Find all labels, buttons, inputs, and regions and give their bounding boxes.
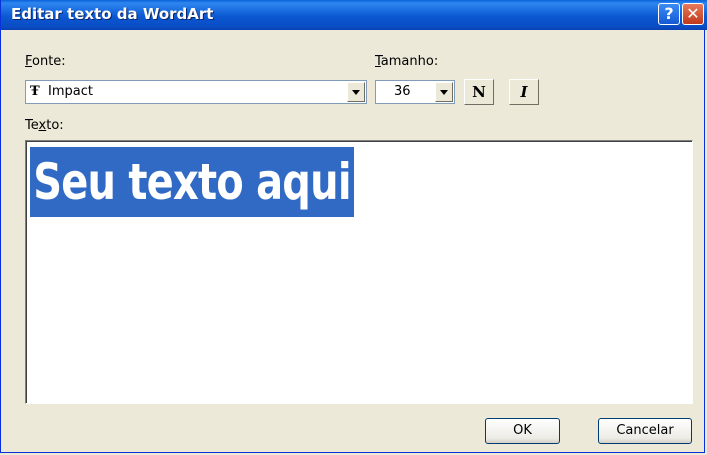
font-value: Impact <box>48 84 93 99</box>
wordart-dialog: Editar texto da WordArt ? ✕ Fonte: Ŧ Imp… <box>0 0 707 453</box>
close-button[interactable]: ✕ <box>682 3 704 25</box>
size-value: 36 <box>394 84 411 99</box>
truetype-font-icon: Ŧ <box>30 84 40 99</box>
size-dropdown-button[interactable] <box>435 82 453 102</box>
size-label: Tamanho: <box>375 54 439 69</box>
size-select[interactable]: 36 <box>375 80 455 104</box>
text-label: Texto: <box>25 118 64 133</box>
help-button[interactable]: ? <box>658 3 680 25</box>
chevron-down-icon <box>440 89 448 95</box>
font-select[interactable]: Ŧ Impact <box>25 80 367 104</box>
text-input[interactable]: Seu texto aqui <box>25 140 693 404</box>
italic-button[interactable]: I <box>509 79 539 105</box>
close-icon: ✕ <box>686 4 700 23</box>
cancel-button[interactable]: Cancelar <box>598 418 692 444</box>
window-title: Editar texto da WordArt <box>11 5 214 23</box>
bold-button[interactable]: N <box>464 79 494 105</box>
ok-button[interactable]: OK <box>485 418 560 444</box>
selected-text[interactable]: Seu texto aqui <box>30 147 354 217</box>
chevron-down-icon <box>352 89 360 95</box>
font-dropdown-button[interactable] <box>347 82 365 102</box>
title-bar: Editar texto da WordArt ? ✕ <box>1 0 707 30</box>
font-label: Fonte: <box>25 54 66 69</box>
help-icon: ? <box>664 4 674 23</box>
